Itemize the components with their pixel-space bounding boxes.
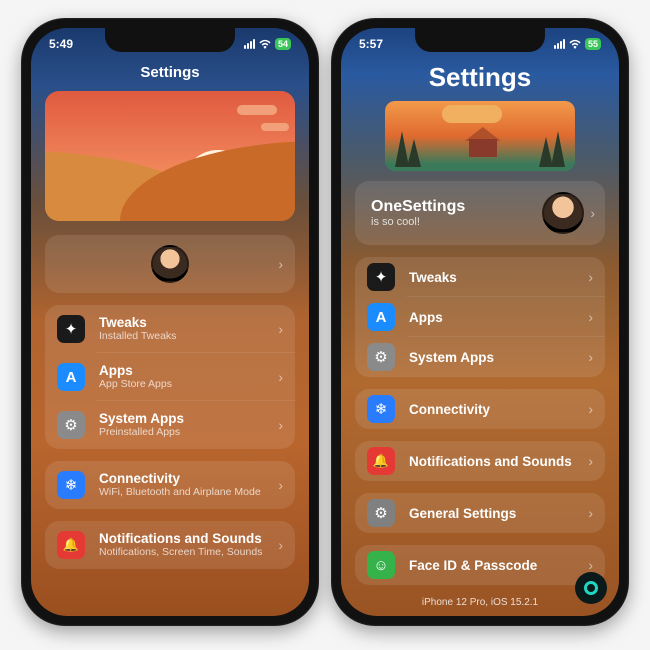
- chevron-right-icon: ›: [582, 401, 593, 417]
- hero-image: [45, 91, 295, 221]
- assistive-touch-icon: [584, 581, 598, 595]
- hero-image: [385, 101, 575, 171]
- assistive-touch-button[interactable]: [575, 572, 607, 604]
- chevron-right-icon: ›: [272, 417, 283, 433]
- chevron-right-icon: ›: [582, 557, 593, 573]
- avatar: [542, 192, 584, 234]
- chevron-right-icon: ›: [582, 269, 593, 285]
- avatar: [151, 245, 189, 283]
- row-subtitle: Installed Tweaks: [99, 331, 272, 343]
- tweaks-icon: ✦: [367, 263, 395, 291]
- tweaks-icon: ✦: [57, 315, 85, 343]
- notifications-icon: 🔔: [57, 531, 85, 559]
- row-system-apps[interactable]: ⚙ System Apps ›: [355, 337, 605, 377]
- page-title: Settings: [355, 62, 605, 93]
- system-apps-icon: ⚙: [367, 343, 395, 371]
- chevron-right-icon: ›: [272, 537, 283, 553]
- row-subtitle: WiFi, Bluetooth and Airplane Mode: [99, 487, 272, 499]
- chevron-right-icon: ›: [272, 477, 283, 493]
- group-notifications: 🔔 Notifications and Sounds ›: [355, 441, 605, 481]
- notch: [105, 28, 235, 52]
- row-apps[interactable]: A Apps App Store Apps ›: [45, 353, 295, 401]
- row-title: Connectivity: [99, 471, 272, 487]
- row-title: General Settings: [395, 506, 582, 521]
- group-faceid: ☺ Face ID & Passcode ›: [355, 545, 605, 585]
- status-time: 5:49: [49, 37, 73, 51]
- group-apps: ✦ Tweaks Installed Tweaks › A Apps App S…: [45, 305, 295, 449]
- battery-icon: 55: [585, 38, 601, 50]
- device-footer: iPhone 12 Pro, iOS 15.2.1: [355, 597, 605, 608]
- row-title: Tweaks: [395, 270, 582, 285]
- row-title: Tweaks: [99, 315, 272, 331]
- row-general[interactable]: ⚙ General Settings ›: [355, 493, 605, 533]
- wifi-icon: [258, 39, 272, 49]
- general-icon: ⚙: [367, 499, 395, 527]
- cellular-icon: [554, 39, 565, 49]
- row-tweaks[interactable]: ✦ Tweaks ›: [355, 257, 605, 297]
- chevron-right-icon: ›: [272, 256, 283, 272]
- page-title: Settings: [45, 64, 295, 81]
- chevron-right-icon: ›: [582, 505, 593, 521]
- apps-icon: A: [57, 363, 85, 391]
- row-title: Apps: [99, 363, 272, 379]
- group-general: ⚙ General Settings ›: [355, 493, 605, 533]
- row-subtitle: Preinstalled Apps: [99, 427, 272, 439]
- group-apps: ✦ Tweaks › A Apps › ⚙ System Apps ›: [355, 257, 605, 377]
- connectivity-icon: ❄: [367, 395, 395, 423]
- cellular-icon: [244, 39, 255, 49]
- phone-right: 5:57 55 Settings OneSetting: [331, 18, 629, 626]
- row-faceid[interactable]: ☺ Face ID & Passcode ›: [355, 545, 605, 585]
- faceid-icon: ☺: [367, 551, 395, 579]
- system-apps-icon: ⚙: [57, 411, 85, 439]
- profile-title: OneSettings: [371, 198, 542, 216]
- row-title: Connectivity: [395, 402, 582, 417]
- wifi-icon: [568, 39, 582, 49]
- row-subtitle: App Store Apps: [99, 379, 272, 391]
- phone-left: 5:49 54 Settings ›: [21, 18, 319, 626]
- row-notifications[interactable]: 🔔 Notifications and Sounds ›: [355, 441, 605, 481]
- group-connectivity: ❄ Connectivity WiFi, Bluetooth and Airpl…: [45, 461, 295, 509]
- chevron-right-icon: ›: [272, 369, 283, 385]
- row-apps[interactable]: A Apps ›: [355, 297, 605, 337]
- chevron-right-icon: ›: [582, 349, 593, 365]
- profile-card[interactable]: OneSettings is so cool! ›: [355, 181, 605, 245]
- apps-icon: A: [367, 303, 395, 331]
- chevron-right-icon: ›: [582, 453, 593, 469]
- row-title: Face ID & Passcode: [395, 558, 582, 573]
- row-connectivity[interactable]: ❄ Connectivity WiFi, Bluetooth and Airpl…: [45, 461, 295, 509]
- connectivity-icon: ❄: [57, 471, 85, 499]
- row-title: System Apps: [99, 411, 272, 427]
- row-system-apps[interactable]: ⚙ System Apps Preinstalled Apps ›: [45, 401, 295, 449]
- battery-icon: 54: [275, 38, 291, 50]
- notch: [415, 28, 545, 52]
- chevron-right-icon: ›: [582, 309, 593, 325]
- row-tweaks[interactable]: ✦ Tweaks Installed Tweaks ›: [45, 305, 295, 353]
- group-notifications: 🔔 Notifications and Sounds Notifications…: [45, 521, 295, 569]
- row-title: Notifications and Sounds: [395, 454, 582, 469]
- notifications-icon: 🔔: [367, 447, 395, 475]
- group-connectivity: ❄ Connectivity ›: [355, 389, 605, 429]
- status-time: 5:57: [359, 37, 383, 51]
- chevron-right-icon: ›: [272, 321, 283, 337]
- row-subtitle: Notifications, Screen Time, Sounds: [99, 547, 272, 559]
- row-title: System Apps: [395, 350, 582, 365]
- row-notifications[interactable]: 🔔 Notifications and Sounds Notifications…: [45, 521, 295, 569]
- row-title: Apps: [395, 310, 582, 325]
- chevron-right-icon: ›: [584, 205, 595, 221]
- row-connectivity[interactable]: ❄ Connectivity ›: [355, 389, 605, 429]
- row-title: Notifications and Sounds: [99, 531, 272, 547]
- profile-card[interactable]: ›: [45, 235, 295, 293]
- profile-subtitle: is so cool!: [371, 216, 542, 228]
